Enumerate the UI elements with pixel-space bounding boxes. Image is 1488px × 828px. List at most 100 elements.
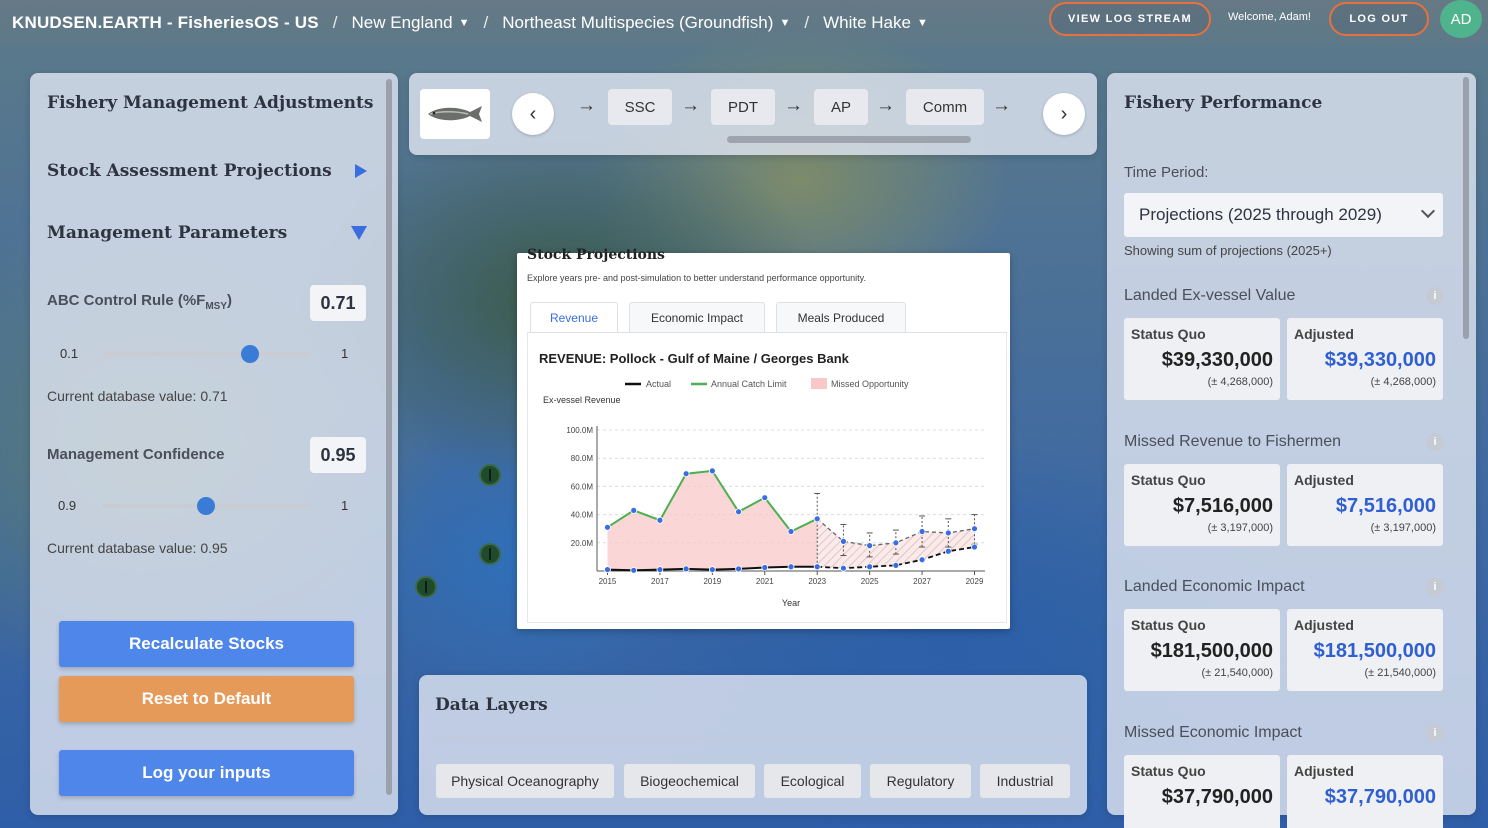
actual-point[interactable] [630,566,638,574]
projected-actual-point[interactable] [866,563,874,571]
layer-regulatory[interactable]: Regulatory [870,764,971,798]
abc-control-rule-slider[interactable] [102,345,310,363]
x-axis-label: Year [782,598,800,608]
actual-point[interactable] [708,566,716,573]
projected-actual-point[interactable] [971,543,978,551]
view-log-stream-button[interactable]: VIEW LOG STREAM [1049,2,1211,36]
divider [435,738,1071,739]
breadcrumb-region-label: New England [351,13,453,32]
log-out-button[interactable]: LOG OUT [1329,2,1429,36]
actual-point[interactable] [656,566,664,573]
card-value: $39,330,000 [1324,349,1436,371]
management-parameters-section-toggle[interactable]: Management Parameters [47,223,367,243]
map-marker-icon[interactable] [479,464,501,486]
section-label: Management Parameters [47,223,288,243]
slider-max-label: 1 [341,498,349,513]
card-label: Adjusted [1294,472,1354,488]
management-confidence-slider[interactable] [102,497,310,515]
projected-actual-point[interactable] [840,564,847,572]
info-icon[interactable]: i [1426,724,1444,742]
arrow-right-icon: → [681,95,700,116]
actual-point[interactable] [682,565,690,573]
abc-label-text: ABC Control Rule (%F [47,292,206,309]
info-icon[interactable]: i [1426,578,1444,596]
projected-acl-point[interactable] [813,515,821,523]
stock-assessment-section-toggle[interactable]: Stock Assessment Projections [47,161,367,181]
slider-handle[interactable] [240,345,259,363]
projected-acl-point[interactable] [971,525,978,533]
revenue-chart[interactable]: Actual Annual Catch Limit Missed Opportuni… [517,253,1010,629]
acl-point[interactable] [682,470,690,478]
acl-point[interactable] [656,516,664,524]
adjusted-card: Adjusted $7,516,000 (± 3,197,000) [1287,464,1443,546]
review-pipeline-bar: ‹ → SSC → PDT → AP → Comm → › [409,73,1097,155]
actual-point[interactable] [787,563,795,571]
next-step-button[interactable]: › [1043,93,1085,135]
layer-industrial[interactable]: Industrial [980,764,1070,798]
species-thumbnail[interactable] [420,89,490,139]
previous-step-button[interactable]: ‹ [512,93,554,135]
actual-point[interactable] [761,564,769,571]
step-pdt[interactable]: PDT [711,89,775,125]
acl-point[interactable] [761,494,769,502]
breadcrumb-species[interactable]: White Hake ▼ [823,13,928,33]
acl-point[interactable] [708,467,716,475]
panel-scrollbar[interactable] [386,79,392,795]
step-ssc[interactable]: SSC [608,89,672,125]
time-period-select[interactable]: Projections (2025 through 2029) [1124,193,1443,237]
step-comm[interactable]: Comm [906,89,984,125]
layer-physical-oceanography[interactable]: Physical Oceanography [436,764,614,798]
user-avatar[interactable]: AD [1440,0,1482,38]
abc-control-rule-label: ABC Control Rule (%FMSY) [47,292,232,312]
projected-actual-point[interactable] [892,561,900,569]
chevron-down-icon [1420,203,1436,219]
status-quo-card: Status Quo $37,790,000 [1124,755,1280,828]
arrow-right-icon: → [992,95,1011,116]
projected-actual-point[interactable] [813,563,821,571]
breadcrumb-region[interactable]: New England ▼ [352,13,470,33]
acl-point[interactable] [787,528,795,535]
acl-point[interactable] [735,508,742,516]
map-marker-icon[interactable] [479,543,501,565]
actual-point[interactable] [735,565,742,573]
card-value: $181,500,000 [1313,640,1436,662]
pipeline-scrollbar[interactable] [727,136,971,143]
projected-acl-point[interactable] [866,542,874,550]
info-icon[interactable]: i [1426,433,1444,451]
adjusted-card: Adjusted $37,790,000 [1287,755,1443,828]
slider-handle[interactable] [197,497,215,515]
projected-acl-point[interactable] [840,537,847,545]
breadcrumb-fishery-label: Northeast Multispecies (Groundfish) [502,13,774,32]
info-icon[interactable]: i [1426,287,1444,305]
abc-control-rule-value[interactable]: 0.71 [310,285,366,321]
recalculate-stocks-button[interactable]: Recalculate Stocks [59,621,354,667]
breadcrumb-fishery[interactable]: Northeast Multispecies (Groundfish) ▼ [502,13,790,33]
layer-biogeochemical[interactable]: Biogeochemical [624,764,755,798]
fishery-performance-panel: Fishery Performance Time Period: Project… [1107,73,1476,828]
metric-title: Missed Revenue to Fishermen [1124,433,1341,450]
projected-actual-point[interactable] [918,556,926,564]
card-uncertainty: (± 3,197,000) [1207,522,1273,534]
layer-ecological[interactable]: Ecological [764,764,861,798]
projected-acl-point[interactable] [892,539,900,547]
y-tick-label: 40.0M [571,511,594,520]
map-marker-icon[interactable] [415,576,437,598]
status-quo-card: Status Quo $39,330,000 (± 4,268,000) [1124,318,1280,400]
panel-title: Fishery Performance [1124,93,1323,113]
projected-actual-point[interactable] [944,547,952,555]
actual-point[interactable] [604,566,611,573]
metric-header: Missed Economic Impact i [1124,724,1444,742]
slider-min-label: 0.1 [60,346,79,361]
adjusted-card: Adjusted $181,500,000 (± 21,540,000) [1287,609,1443,691]
panel-scrollbar[interactable] [1463,77,1469,339]
step-ap[interactable]: AP [814,89,868,125]
reset-to-default-button[interactable]: Reset to Default [59,676,354,722]
projected-acl-point[interactable] [918,528,926,535]
log-inputs-button[interactable]: Log your inputs [59,750,354,796]
projected-acl-point[interactable] [944,529,952,537]
y-tick-label: 60.0M [571,482,594,491]
management-confidence-value[interactable]: 0.95 [310,437,366,473]
app-brand[interactable]: KNUDSEN.EARTH - FisheriesOS - US [12,13,319,33]
acl-point[interactable] [604,523,611,531]
acl-point[interactable] [630,506,638,514]
